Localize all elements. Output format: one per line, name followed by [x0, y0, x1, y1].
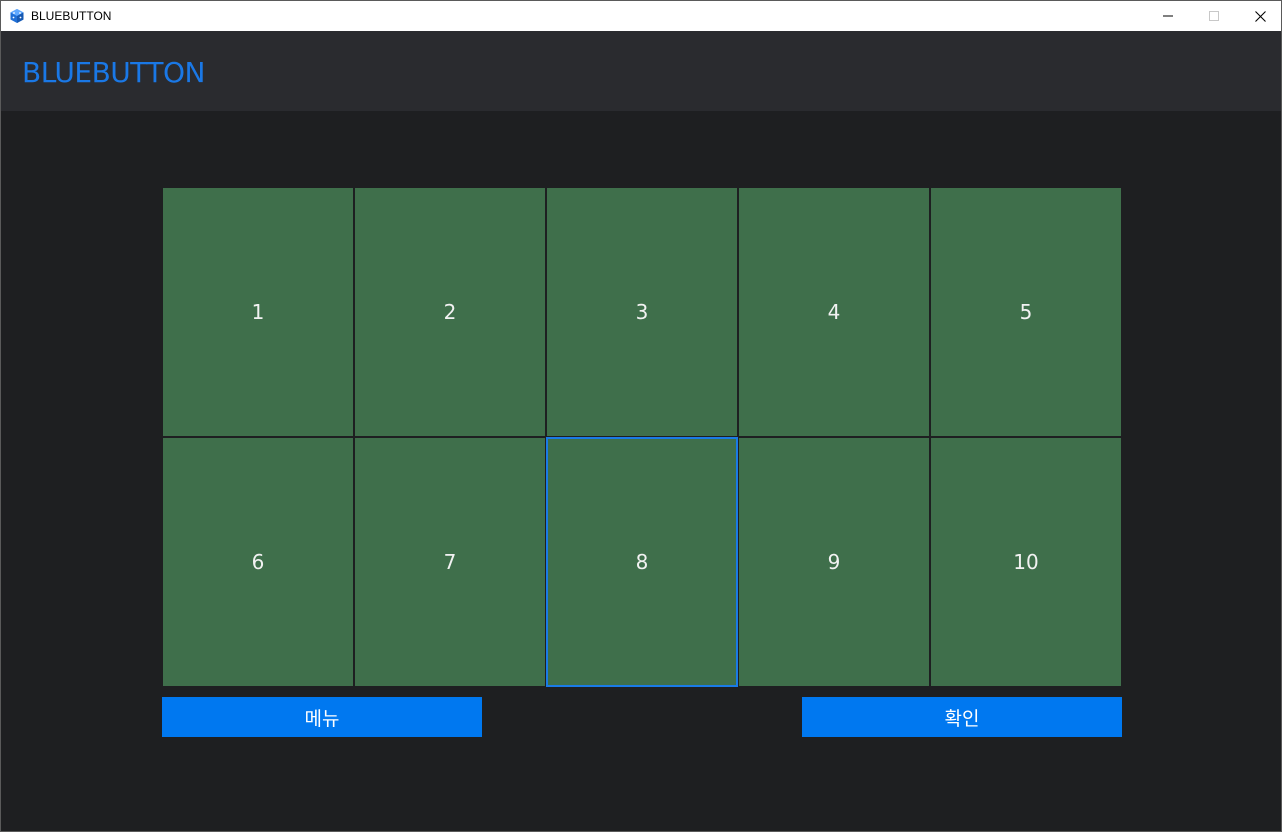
grid-cell-7[interactable]: 7: [355, 438, 545, 686]
window-title: BLUEBUTTON: [31, 9, 112, 23]
close-button[interactable]: [1237, 1, 1281, 31]
grid-cell-10[interactable]: 10: [931, 438, 1121, 686]
maximize-icon: [1209, 11, 1219, 21]
maximize-button[interactable]: [1191, 1, 1237, 31]
title-bar[interactable]: BLUEBUTTON: [1, 1, 1281, 31]
grid-cell-9[interactable]: 9: [739, 438, 929, 686]
grid-cell-3[interactable]: 3: [547, 188, 737, 436]
cube-app-icon: [10, 9, 24, 23]
minimize-icon: [1163, 15, 1173, 17]
close-icon: [1254, 10, 1266, 22]
number-grid: 1 2 3 4 5 6 7 8 9 10: [161, 186, 1122, 687]
grid-cell-1[interactable]: 1: [163, 188, 353, 436]
confirm-button[interactable]: 확인: [802, 697, 1122, 737]
grid-cell-2[interactable]: 2: [355, 188, 545, 436]
app-title: BLUEBUTTON: [22, 56, 206, 89]
grid-cell-5[interactable]: 5: [931, 188, 1121, 436]
app-window: BLUEBUTTON BLUEBUTTON 1 2 3 4 5 6 7 8 9 …: [0, 0, 1282, 832]
menu-button[interactable]: 메뉴: [162, 697, 482, 737]
grid-cell-4[interactable]: 4: [739, 188, 929, 436]
minimize-button[interactable]: [1145, 1, 1191, 31]
app-header: BLUEBUTTON: [1, 31, 1281, 111]
grid-cell-8-selected[interactable]: 8: [546, 437, 738, 687]
grid-cell-6[interactable]: 6: [163, 438, 353, 686]
